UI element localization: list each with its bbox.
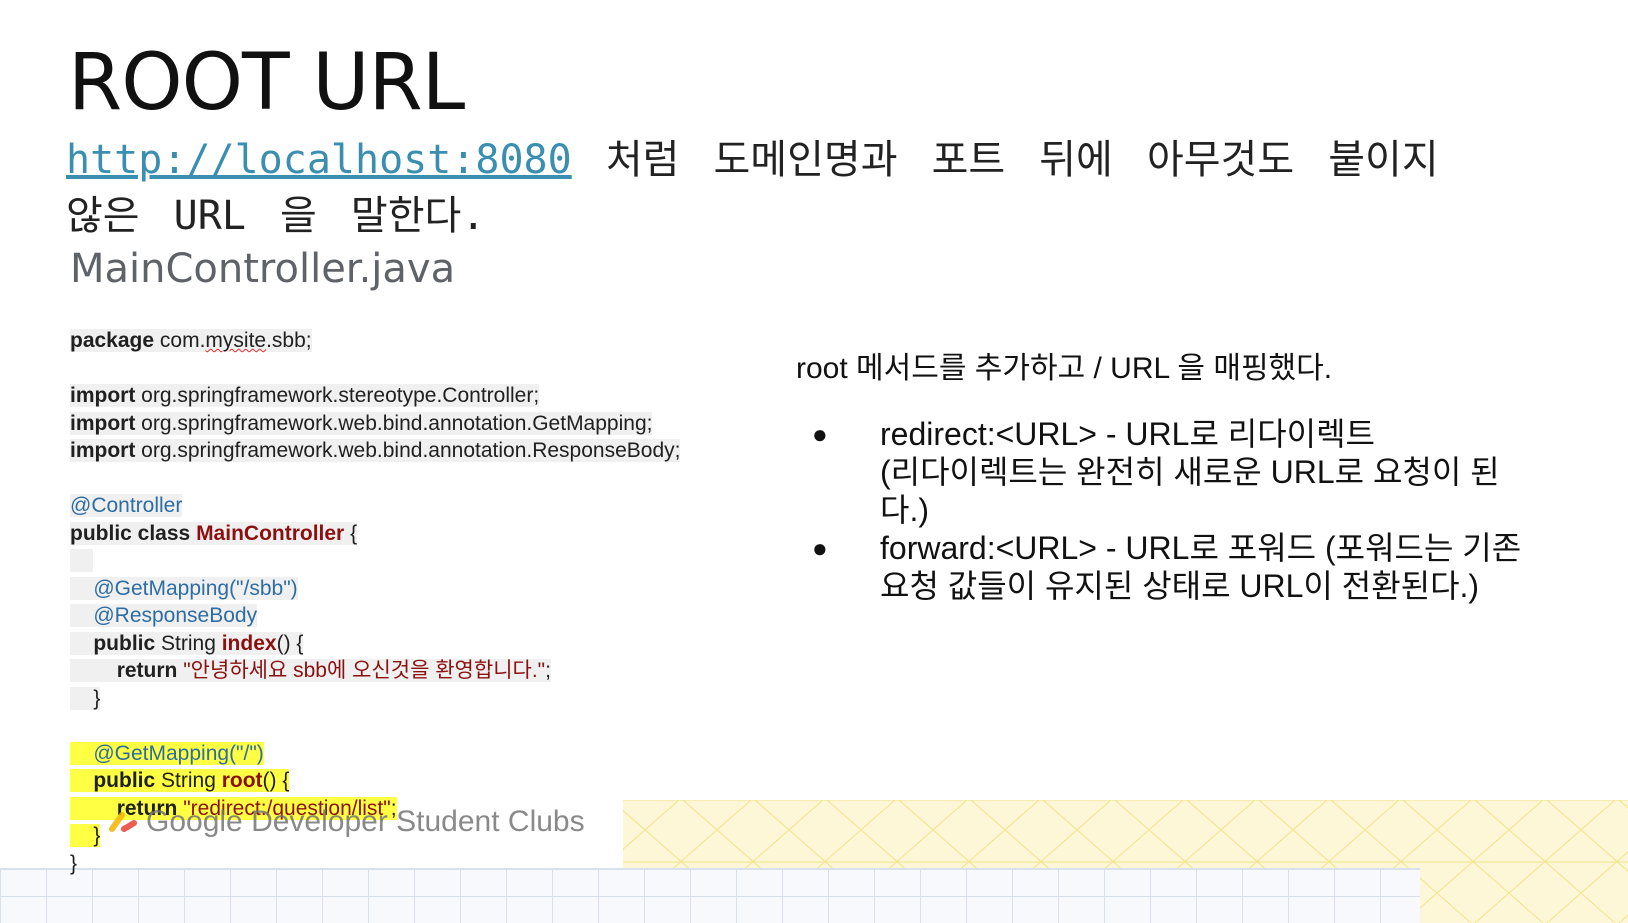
spellcheck-word: mysite [205,329,267,352]
bullet-dot-icon: ● [812,533,828,563]
keyword: public [93,769,156,792]
keyword: import [70,384,136,407]
gdsc-logo-text: Google Developer Student Clubs [146,805,585,838]
code-line: import org.springframework.web.bind.anno… [70,410,830,438]
code-line: return "안녕하세요 sbb에 오신것을 환영합니다."; [70,657,830,685]
code-text: } [70,851,78,875]
code-line-highlighted: @GetMapping("/") [70,740,830,768]
code-text: .sbb; [266,329,312,352]
bullet-line: forward:<URL> - URL로 포워드 (포워드는 기존 [880,530,1522,566]
bullet-item-forward: ● forward:<URL> - URL로 포워드 (포워드는 기존 요청 값… [812,529,1532,605]
keyword: import [70,411,136,435]
code-text: com. [154,329,206,352]
code-block: package com.mysite.sbb; import org.sprin… [70,327,830,877]
code-text: () { [276,631,304,655]
code-line: @ResponseBody [70,602,830,630]
code-text: String [155,769,222,792]
bullet-line: redirect:<URL> - URL로 리다이렉트 [880,416,1375,452]
code-text: } [93,686,101,710]
slide: ROOT URL http://localhost:8080 처럼 도메인명과 … [0,0,1628,923]
code-text: org.springframework.stereotype.Controlle… [135,384,540,407]
code-line: public String index() { [70,630,830,658]
code-text: ; [545,659,551,682]
string-literal: "안녕하세요 sbb에 오신것을 환영합니다." [183,659,546,682]
code-line: package com.mysite.sbb; [70,327,830,355]
code-line: import org.springframework.stereotype.Co… [70,382,830,410]
bullet-item-redirect: ● redirect:<URL> - URL로 리다이렉트 (리다이렉트는 완전… [812,415,1532,529]
bullet-dot-icon: ● [812,419,828,449]
explanation-lead: root 메서드를 추가하고 / URL 을 매핑했다. [796,352,1333,385]
annotation: @GetMapping("/sbb") [93,576,298,600]
code-line: import org.springframework.web.bind.anno… [70,437,830,465]
keyword: package [70,329,155,352]
keyword: public class [70,521,191,545]
code-line: } [70,685,830,713]
code-line: @Controller [70,492,830,520]
gdsc-brackets-icon [109,812,137,832]
code-line: @GetMapping("/sbb") [70,575,830,603]
code-text: org.springframework.web.bind.annotation.… [135,439,681,462]
keyword: import [70,439,136,462]
method-name: root [221,769,263,792]
intro-paragraph: http://localhost:8080 처럼 도메인명과 포트 뒤에 아무것… [66,132,1486,244]
slide-title: ROOT URL [68,38,465,128]
code-text: () { [262,769,290,792]
file-name-heading: MainController.java [70,246,456,292]
class-name: MainController [196,521,345,545]
code-text: { [344,521,358,545]
code-text: String [155,631,222,655]
annotation: @ResponseBody [93,604,258,627]
code-line: public class MainController { [70,520,830,548]
gdsc-logo: Google Developer Student Clubs [108,802,585,842]
bullet-list: ● redirect:<URL> - URL로 리다이렉트 (리다이렉트는 완전… [812,415,1532,605]
method-name: index [221,631,277,655]
code-text: org.springframework.web.bind.annotation.… [135,411,653,435]
keyword: public [93,631,156,655]
code-line: } [70,850,830,878]
annotation: @Controller [70,494,183,517]
code-line-blank [70,547,830,575]
keyword: return [116,659,178,682]
annotation: @GetMapping("/") [93,741,264,765]
bullet-line: (리다이렉트는 완전히 새로운 URL로 요청이 된다.) [880,454,1500,528]
code-line-highlighted: public String root() { [70,767,830,795]
localhost-link[interactable]: http://localhost:8080 [66,137,572,183]
bullet-line: 요청 값들이 유지된 상태로 URL이 전환된다.) [880,568,1480,604]
code-text: } [93,824,101,847]
